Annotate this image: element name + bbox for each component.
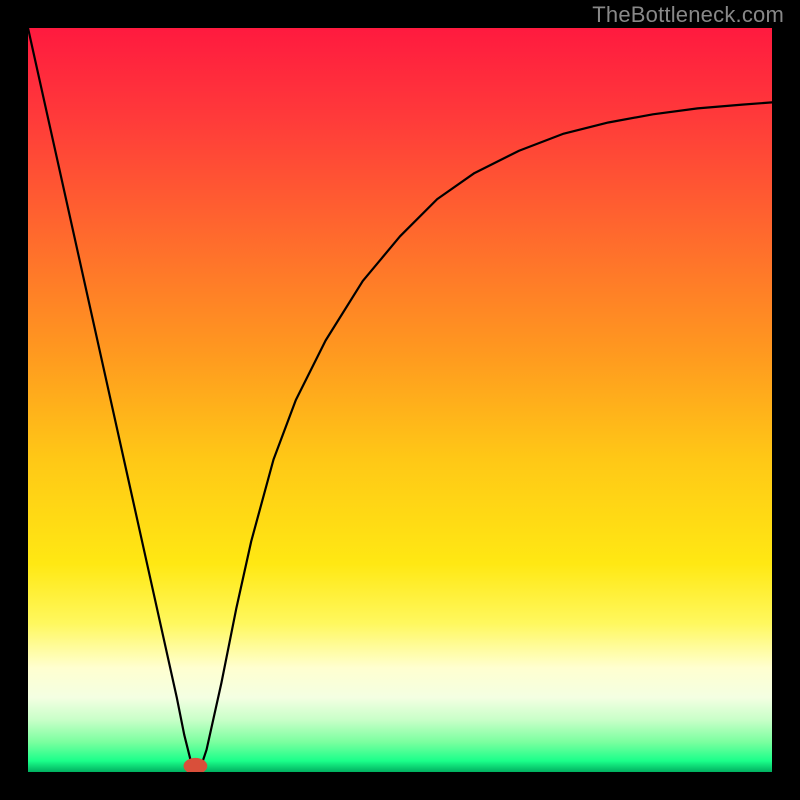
bottleneck-chart [28,28,772,772]
watermark-text: TheBottleneck.com [592,2,784,28]
plot-area [28,28,772,772]
chart-stage: TheBottleneck.com [0,0,800,800]
gradient-background [28,28,772,772]
